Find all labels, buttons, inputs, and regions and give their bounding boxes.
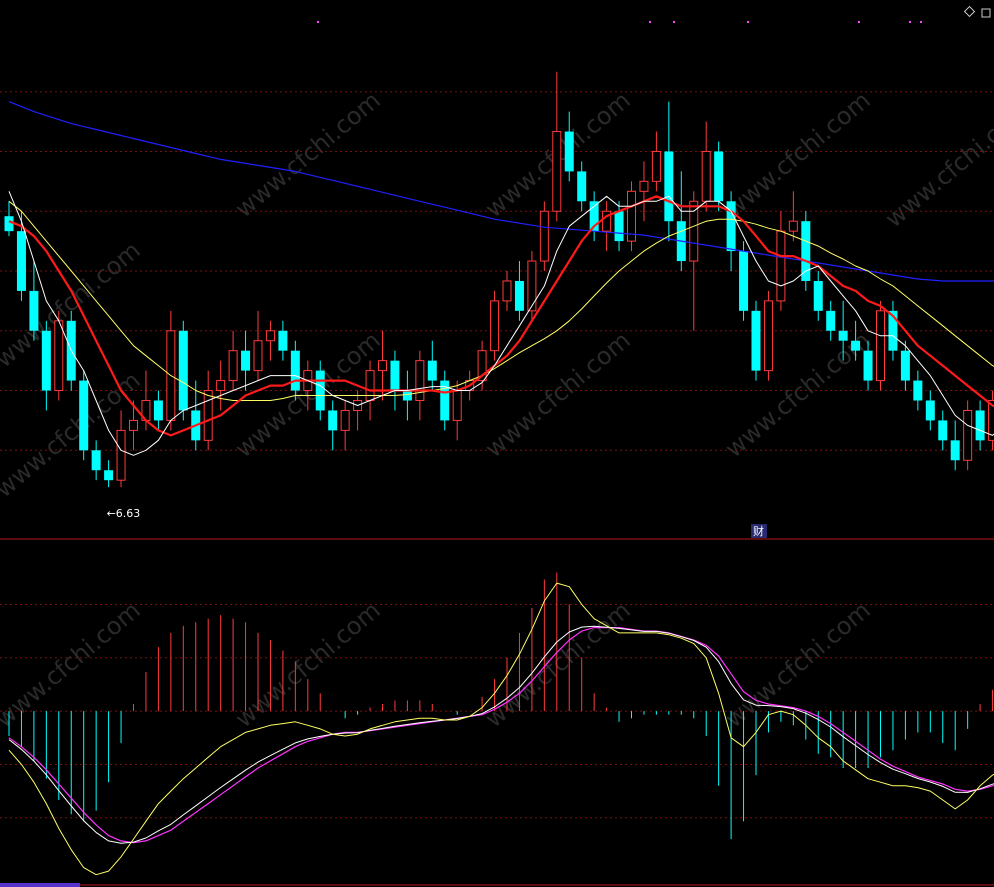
candle-body-down [104,470,114,481]
candle-body-down [427,360,437,381]
candle-body-down [178,330,188,411]
candle-body-up [340,409,350,431]
low-price-label: ←6.63 [107,507,141,520]
candle-body-up [365,370,375,402]
candle-body-down [16,231,26,291]
stock-chart: www.cfchi.comwww.cfchi.com www.cfchi.comw… [0,0,994,887]
candle-body-down [739,251,749,311]
candle-body-down [851,340,861,351]
candle-body-up [639,180,649,192]
candle-body-up [203,390,213,441]
candle-body-down [29,290,39,331]
candle-body-up [689,200,699,262]
candle-body-up [788,220,798,232]
candle-body-down [390,360,400,391]
candle-body-down [41,330,51,391]
candle-body-down [514,280,524,311]
candle-body-up [265,330,275,342]
candle-body-down [91,450,101,471]
candle-body-down [402,390,412,401]
event-dot [920,21,922,23]
candle-body-down [241,350,251,371]
candle-body-down [913,380,923,401]
candle-body-up [452,390,462,421]
candle-body-down [577,171,587,202]
event-marker-label[interactable]: 财 [753,524,764,538]
candle-body-down [4,216,14,232]
candle-body-down [975,410,985,441]
candle-body-up [552,131,562,212]
candle-body-down [614,211,624,242]
candle-body-down [826,310,836,331]
candle-body-up [415,360,425,401]
candle-body-down [315,370,325,411]
candle-body-down [938,420,948,441]
candle-body-down [863,350,873,381]
candle-body-up [776,230,786,302]
candle-body-down [290,350,300,391]
event-dot [909,21,911,23]
candle-body-up [763,300,773,372]
candle-body-up [116,429,126,481]
candle-body-down [801,221,811,281]
event-dot [317,21,319,23]
candle-body-up [963,409,973,461]
candle-body-up [216,380,226,392]
candle-body-down [714,151,724,202]
event-dot [747,21,749,23]
candle-body-up [876,310,885,382]
candle-body-down [838,330,848,341]
event-dot [649,21,651,23]
candle-body-down [950,440,960,461]
candle-body-down [278,330,288,351]
candle-body-down [153,400,163,421]
candle-body-down [564,131,574,172]
candle-body-up [527,260,537,312]
candle-body-down [79,380,89,451]
candle-body-down [925,400,935,421]
candle-body-up [129,419,138,431]
candle-body-down [900,350,910,381]
candle-body-down [751,310,761,371]
event-dot [673,21,675,23]
candle-body-up [378,360,387,372]
event-dot [858,21,860,23]
candle-body-down [813,280,823,311]
candle-body-up [539,210,549,262]
candle-body-down [328,410,338,431]
candle-body-up [490,300,500,352]
candle-body-up [253,340,263,372]
candle-body-up [701,150,711,202]
candle-body-up [502,280,512,302]
candle-body-down [664,151,674,222]
scroll-indicator[interactable] [0,883,80,887]
candle-body-up [54,320,64,392]
candle-body-up [651,150,661,182]
candle-body-up [228,350,238,382]
